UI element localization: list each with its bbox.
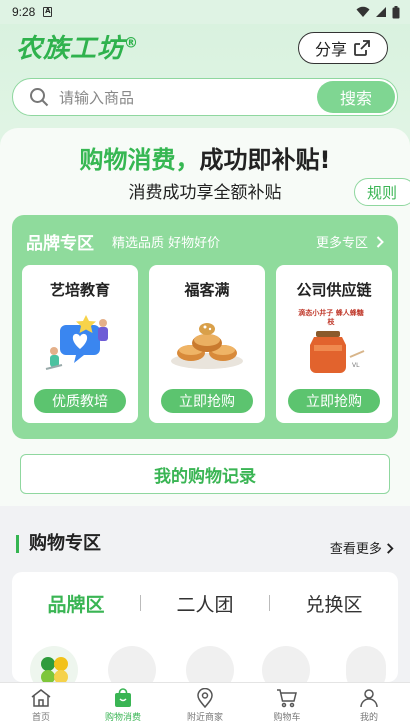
bottom-nav: 首页 购物消费 附近商家 购物车 我的 [0,682,410,728]
notification-icon: A [43,7,53,17]
product-name: 艺培教育 [49,281,110,299]
honey-jar-image: 滴态小井子 蜂人蜂糖枝 VL [290,307,378,377]
brand-logo-row [30,646,400,694]
app-logo: 农族工坊® [16,28,139,65]
tab-exchange[interactable]: 兑换区 [270,590,398,617]
brand-name: 农族工坊 [16,34,125,64]
share-label: 分享 [314,40,347,59]
user-icon [360,689,378,708]
nav-nearby[interactable]: 附近商家 [164,683,246,728]
shopping-more-link[interactable]: 查看更多 [330,538,394,557]
pastry-plate-icon [171,323,243,369]
brand-zone-subtitle: 精选品质 好物好价 [112,236,221,251]
share-icon [354,40,370,56]
wifi-icon [356,6,370,17]
nav-profile[interactable]: 我的 [328,683,410,728]
signal-icon [376,7,386,17]
promo-subline: 消费成功享全额补贴 [128,183,282,203]
home-icon [31,689,51,707]
nav-cart[interactable]: 购物车 [246,683,328,728]
brand-zone: 品牌专区 精选品质 好物好价 更多专区 艺培教育 优质教培 福客满 立即抢购 公… [12,215,398,439]
product-tag-button[interactable]: 立即抢购 [161,389,253,413]
svg-text:VL: VL [352,362,360,369]
nav-label: 购物消费 [104,713,141,723]
search-icon [30,88,49,107]
product-image-text: 滴态小井子 蜂人蜂糖枝 [298,309,364,326]
tab-group-buy[interactable]: 二人团 [141,590,269,617]
share-button[interactable]: 分享 [298,32,388,64]
status-icons [356,5,400,19]
honey-jar-icon: VL [310,331,365,373]
nav-label: 附近商家 [186,713,223,723]
more-label: 更多专区 [315,236,368,251]
search-input[interactable]: 请输入商品 [59,87,134,108]
brand-zone-more[interactable]: 更多专区 [316,232,384,251]
status-bar: 9:28 A [0,0,410,24]
education-illustration-icon [45,315,108,370]
search-bar[interactable]: 请输入商品 搜索 [12,78,398,116]
nav-label: 我的 [359,713,378,723]
headline-green: 购物消费， [79,146,200,174]
shopping-zone-title: 购物专区 [16,535,101,553]
product-name: 福客满 [184,281,230,299]
promo-headline: 购物消费，成功即补贴! [0,140,410,175]
headline-dark: 成功即补贴! [199,146,331,174]
chevron-right-icon [387,543,394,554]
product-card[interactable]: 艺培教育 优质教培 [22,265,138,423]
battery-icon [392,5,400,18]
product-name: 公司供应链 [296,281,372,299]
product-tag-button[interactable]: 优质教培 [34,389,126,413]
more-label: 查看更多 [329,542,382,557]
shopping-tabs: 品牌区 二人团 兑换区 [12,586,398,620]
location-pin-icon [197,688,213,708]
product-tag-button[interactable]: 立即抢购 [288,389,380,413]
shopping-record-button[interactable]: 我的购物记录 [20,454,390,494]
rules-button[interactable]: 规则 [354,178,410,206]
status-time: 9:28 [12,5,36,19]
nav-label: 首页 [31,713,50,723]
nav-shopping[interactable]: 购物消费 [82,683,164,728]
search-button[interactable]: 搜索 [317,81,395,113]
nav-label: 购物车 [273,713,301,723]
chevron-right-icon [376,235,384,248]
nav-home[interactable]: 首页 [0,683,82,728]
product-card[interactable]: 福客满 立即抢购 [149,265,265,423]
shopping-bag-icon [115,688,131,707]
brand-zone-title: 品牌专区 [26,234,94,254]
registered-mark: ® [124,35,140,52]
cart-icon [277,689,297,708]
product-card[interactable]: 公司供应链 滴态小井子 蜂人蜂糖枝 VL 立即抢购 [276,265,392,423]
shopping-card: 品牌区 二人团 兑换区 [12,572,398,694]
tab-brand[interactable]: 品牌区 [12,590,140,617]
